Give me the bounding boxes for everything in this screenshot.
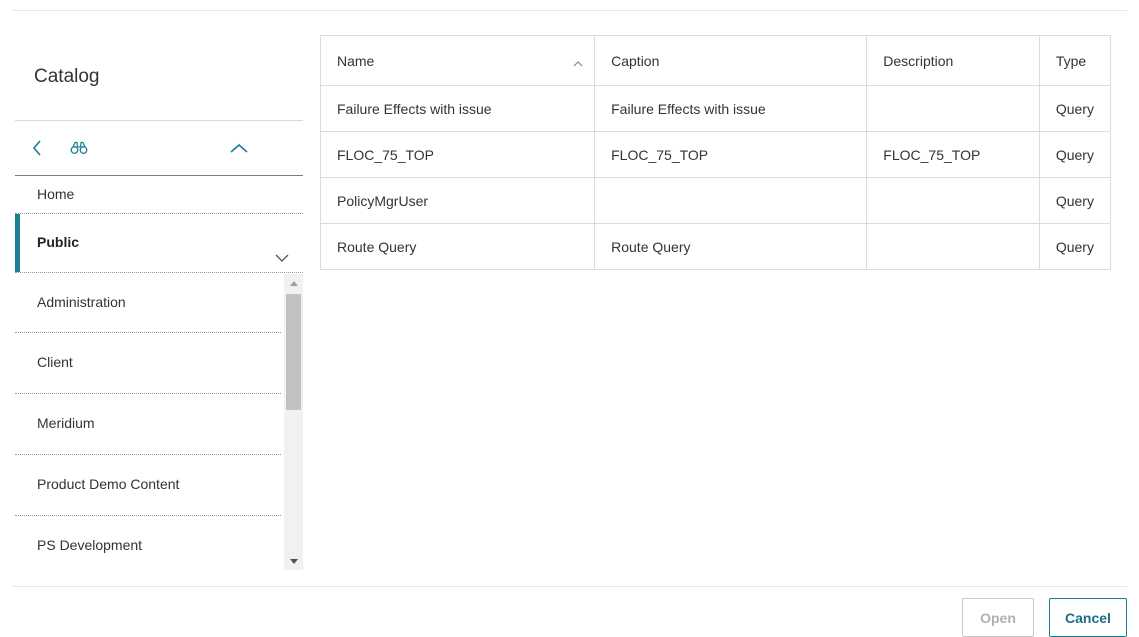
vertical-scrollbar[interactable]: [284, 274, 303, 570]
table-row[interactable]: FLOC_75_TOP FLOC_75_TOP FLOC_75_TOP Quer…: [319, 131, 1112, 178]
cell-description: [866, 177, 1040, 224]
cell-caption: FLOC_75_TOP: [594, 131, 868, 178]
cell-caption: [594, 177, 868, 224]
chevron-down-icon[interactable]: [273, 234, 291, 262]
cell-name: Failure Effects with issue: [319, 85, 596, 132]
footer-divider: [12, 586, 1127, 587]
cell-description: FLOC_75_TOP: [866, 131, 1040, 178]
catalog-sublist: Administration Client Meridium Product D…: [15, 274, 303, 570]
table-header-row: Name Caption Description Type: [319, 35, 1112, 86]
cell-description: [866, 223, 1040, 270]
catalog-title: Catalog: [34, 66, 100, 87]
cell-type: Query: [1038, 85, 1112, 132]
column-header-name[interactable]: Name: [319, 35, 596, 86]
catalog-item-public[interactable]: Public: [15, 214, 303, 273]
catalog-item-label: Public: [37, 234, 80, 250]
table-row[interactable]: Route Query Route Query Query: [319, 223, 1112, 270]
catalog-subitem[interactable]: Client: [15, 333, 281, 394]
results-table: Name Caption Description Type Failure Ef…: [319, 35, 1112, 270]
cell-type: Query: [1038, 177, 1112, 224]
scroll-up-arrow-icon[interactable]: [284, 274, 303, 292]
catalog-subitem[interactable]: Administration: [15, 274, 281, 333]
catalog-subitem[interactable]: Product Demo Content: [15, 455, 281, 516]
table-row[interactable]: Failure Effects with issue Failure Effec…: [319, 85, 1112, 132]
cell-type: Query: [1038, 223, 1112, 270]
catalog-item-home[interactable]: Home: [15, 177, 303, 214]
column-header-type[interactable]: Type: [1038, 35, 1112, 86]
chevron-up-icon[interactable]: [225, 137, 253, 159]
top-divider: [12, 10, 1127, 11]
back-icon[interactable]: [27, 137, 47, 159]
column-header-description[interactable]: Description: [866, 35, 1040, 86]
binoculars-icon[interactable]: [67, 137, 91, 159]
cell-type: Query: [1038, 131, 1112, 178]
cell-name: Route Query: [319, 223, 596, 270]
catalog-item-label: Home: [37, 186, 75, 202]
sort-ascending-icon: [572, 56, 584, 67]
catalog-subitem[interactable]: PS Development: [15, 516, 281, 570]
selected-indicator: [15, 214, 20, 272]
cell-caption: Route Query: [594, 223, 868, 270]
cancel-button[interactable]: Cancel: [1049, 598, 1127, 637]
column-header-caption[interactable]: Caption: [594, 35, 868, 86]
cell-description: [866, 85, 1040, 132]
table-row[interactable]: PolicyMgrUser Query: [319, 177, 1112, 224]
cell-name: FLOC_75_TOP: [319, 131, 596, 178]
scroll-down-arrow-icon[interactable]: [284, 552, 303, 570]
open-button[interactable]: Open: [962, 598, 1034, 637]
cell-caption: Failure Effects with issue: [594, 85, 868, 132]
catalog-toolbar: [15, 120, 303, 176]
catalog-dialog: Catalog Home Public Administration Clien…: [0, 0, 1139, 637]
scroll-thumb[interactable]: [286, 294, 301, 410]
cell-name: PolicyMgrUser: [319, 177, 596, 224]
catalog-subitem[interactable]: Meridium: [15, 394, 281, 455]
